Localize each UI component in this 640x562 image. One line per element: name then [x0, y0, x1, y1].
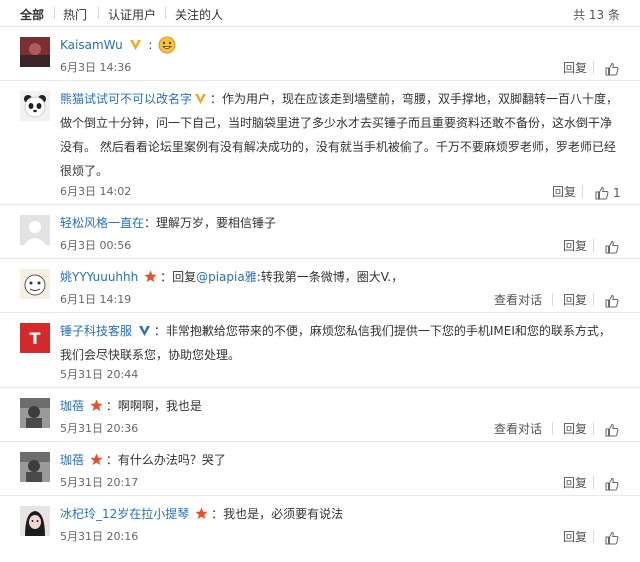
reply-button[interactable]: 回复 — [552, 183, 576, 200]
like-count: 1 — [613, 186, 621, 200]
username[interactable]: 熊猫试试可不可以改名字 — [60, 92, 192, 106]
comment-item: 珈蓓 ：啊啊啊，我也是 5月31日 20:36 查看对话 回复 — [0, 388, 640, 442]
avatar[interactable] — [20, 398, 50, 428]
comment-body: 珈蓓 ：啊啊啊，我也是 — [60, 394, 622, 418]
like-button[interactable] — [605, 477, 619, 491]
like-button[interactable] — [605, 62, 619, 76]
divider — [593, 476, 594, 489]
comment-body: 珈蓓 ：有什么办法吗？哭了 — [60, 448, 622, 472]
comment-time: 5月31日 20:17 — [60, 476, 139, 489]
avatar[interactable] — [20, 37, 50, 67]
comment-body: 熊猫试试可不可以改名字 ：作为用户，现在应该走到墙壁前，弯腰，双手撑地，双脚翻转一… — [60, 87, 622, 183]
reply-button[interactable]: 回复 — [563, 528, 587, 545]
avatar[interactable] — [20, 452, 50, 482]
comment-item: 轻松风格一直在：理解万岁，要相信锤子 6月3日 00:56 回复 — [0, 205, 640, 259]
comment-text: ：我也是，必须要有说法 — [211, 507, 344, 521]
comment-time: 5月31日 20:36 — [60, 422, 139, 435]
comment-text: :转我第一条微博，圈大V.， — [256, 270, 404, 284]
reply-button[interactable]: 回复 — [563, 237, 587, 254]
thumbs-up-icon — [605, 423, 619, 437]
star-badge-icon — [90, 453, 103, 465]
username[interactable]: 珈蓓 — [60, 399, 84, 413]
username[interactable]: 轻松风格一直在 — [60, 216, 144, 230]
thumbs-up-icon — [605, 62, 619, 76]
divider — [552, 422, 553, 435]
comment-item: 冰杞玲_12岁在拉小提琴 ：我也是，必须要有说法 5月31日 20:16 回复 — [0, 496, 640, 549]
comment-item: 姚YYYuuuhhh ：回复@piapia雅:转我第一条微博，圈大V.， 6月1… — [0, 259, 640, 313]
vip-badge-icon — [129, 40, 141, 50]
thumbs-up-icon — [595, 186, 609, 200]
comment-text: ：理解万岁，要相信锤子 — [144, 216, 277, 230]
avatar[interactable] — [20, 91, 50, 121]
avatar[interactable] — [20, 506, 50, 536]
like-button[interactable]: 1 — [595, 186, 621, 200]
divider — [593, 61, 594, 74]
comment-body: KaisamWu : — [60, 33, 622, 57]
reply-button[interactable]: 回复 — [563, 59, 587, 76]
thumbs-up-icon — [605, 294, 619, 308]
tab-divider — [98, 7, 99, 19]
like-button[interactable] — [605, 531, 619, 545]
reply-prefix: ：回复 — [160, 270, 197, 284]
username[interactable]: 姚YYYuuuhhh — [60, 270, 138, 284]
comment-body: 姚YYYuuuhhh ：回复@piapia雅:转我第一条微博，圈大V.， — [60, 265, 622, 289]
comment-time: 5月31日 20:44 — [60, 368, 139, 381]
filter-tabs: 全部 热门 认证用户 关注的人 共 13 条 — [0, 0, 640, 27]
vip-badge-icon — [195, 94, 207, 104]
comment-item: 珈蓓 ：有什么办法吗？哭了 5月31日 20:17 回复 — [0, 442, 640, 496]
divider — [593, 239, 594, 252]
username[interactable]: 锤子科技客服 — [60, 324, 132, 338]
divider — [582, 185, 583, 198]
tab-following[interactable]: 关注的人 — [175, 6, 223, 23]
verified-badge-icon — [138, 326, 150, 336]
comment-time: 6月1日 14:19 — [60, 293, 132, 306]
reply-button[interactable]: 回复 — [563, 291, 587, 308]
divider — [593, 293, 594, 306]
username[interactable]: 珈蓓 — [60, 453, 84, 467]
comment-item: T 锤子科技客服 ：非常抱歉给您带来的不便，麻烦您私信我们提供一下您的手机IME… — [0, 313, 640, 388]
comment-time: 6月3日 14:36 — [60, 61, 132, 74]
username[interactable]: KaisamWu — [60, 38, 123, 52]
star-badge-icon — [144, 270, 157, 282]
mention-link[interactable]: @piapia雅 — [196, 270, 257, 284]
comment-item: 熊猫试试可不可以改名字 ：作为用户，现在应该走到墙壁前，弯腰，双手撑地，双脚翻转一… — [0, 81, 640, 205]
divider — [552, 293, 553, 306]
tab-divider — [165, 7, 166, 19]
view-conversation-button[interactable]: 查看对话 — [494, 420, 542, 437]
comment-item: KaisamWu : 6月3日 14:36 回复 — [0, 27, 640, 81]
username[interactable]: 冰杞玲_12岁在拉小提琴 — [60, 507, 189, 521]
comment-body: 轻松风格一直在：理解万岁，要相信锤子 — [60, 211, 622, 235]
divider — [593, 422, 594, 435]
avatar[interactable]: T — [20, 323, 50, 353]
grinning-emoji-icon — [158, 36, 176, 54]
comment-time: 5月31日 20:16 — [60, 530, 139, 543]
star-badge-icon — [90, 399, 103, 411]
avatar[interactable] — [20, 215, 50, 245]
comment-body: 冰杞玲_12岁在拉小提琴 ：我也是，必须要有说法 — [60, 502, 622, 526]
reply-button[interactable]: 回复 — [563, 420, 587, 437]
comment-colon: : — [148, 38, 153, 52]
thumbs-up-icon — [605, 477, 619, 491]
thumbs-up-icon — [605, 240, 619, 254]
comment-text: ：有什么办法吗？哭了 — [105, 453, 226, 467]
brand-logo-letter: T — [29, 328, 41, 348]
comment-total: 共 13 条 — [573, 8, 620, 22]
tab-hot[interactable]: 热门 — [63, 6, 87, 23]
like-button[interactable] — [605, 294, 619, 308]
comment-time: 6月3日 00:56 — [60, 239, 132, 252]
star-badge-icon — [195, 507, 208, 519]
like-button[interactable] — [605, 423, 619, 437]
tab-divider — [54, 7, 55, 19]
like-button[interactable] — [605, 240, 619, 254]
avatar[interactable] — [20, 269, 50, 299]
comment-text: ：啊啊啊，我也是 — [105, 399, 202, 413]
view-conversation-button[interactable]: 查看对话 — [494, 291, 542, 308]
tab-all[interactable]: 全部 — [20, 6, 44, 23]
tab-verified[interactable]: 认证用户 — [108, 6, 156, 23]
thumbs-up-icon — [605, 531, 619, 545]
comment-time: 6月3日 14:02 — [60, 185, 132, 198]
comment-body: 锤子科技客服 ：非常抱歉给您带来的不便，麻烦您私信我们提供一下您的手机IMEI和… — [60, 319, 622, 367]
divider — [593, 530, 594, 543]
reply-button[interactable]: 回复 — [563, 474, 587, 491]
